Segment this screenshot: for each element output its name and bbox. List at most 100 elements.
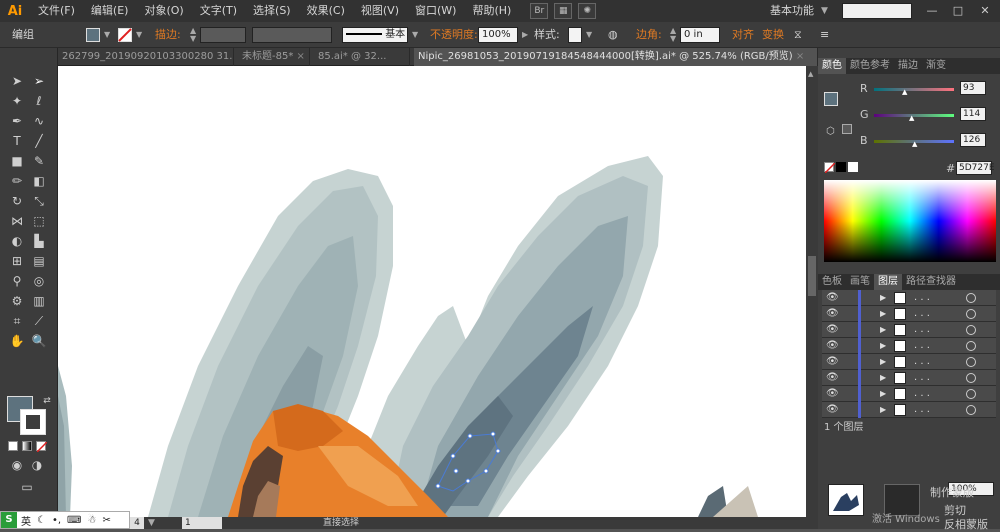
width-tool-icon[interactable]: ⋈ <box>8 212 26 230</box>
lasso-icon[interactable]: ℓ <box>30 92 48 110</box>
chevron-down-icon[interactable]: ▼ <box>136 27 142 43</box>
layer-row[interactable]: 👁 ▶. . . <box>822 290 996 306</box>
stepper-icon[interactable]: ▲ ▼ <box>190 27 196 43</box>
direct-selection-tool-icon[interactable]: ➢ <box>30 72 48 90</box>
layer-row[interactable]: 👁 ▶. . . <box>822 306 996 322</box>
close-button[interactable]: ✕ <box>972 0 998 22</box>
rotate-tool-icon[interactable]: ↻ <box>8 192 26 210</box>
stroke-style-field[interactable]: 基本 <box>342 27 408 43</box>
moon-icon[interactable]: ☾ <box>37 515 46 526</box>
magic-wand-icon[interactable]: ✦ <box>8 92 26 110</box>
eyedropper-icon[interactable]: ⚲ <box>8 272 26 290</box>
punctuation-icon[interactable]: •, <box>52 515 61 526</box>
workspace-switcher[interactable]: 基本功能 <box>770 0 818 22</box>
stroke-color-swatch[interactable] <box>118 28 132 42</box>
hex-value[interactable]: 5D727E <box>956 161 995 175</box>
chevron-down-icon[interactable]: ▼ <box>586 27 592 43</box>
keyboard-icon[interactable]: ⌨ <box>67 515 81 526</box>
opacity-label[interactable]: 不透明度: <box>430 22 478 48</box>
recolor-icon[interactable]: ◍ <box>608 22 618 48</box>
settings-icon[interactable]: ✂ <box>102 515 110 526</box>
fill-swatch[interactable] <box>824 92 838 106</box>
variable-width-field[interactable] <box>252 27 332 43</box>
tab-document-active[interactable]: Nipic_26981053_20190719184548444000[转换].… <box>414 48 818 66</box>
ime-mode[interactable]: 英 <box>21 513 31 528</box>
tab-pathfinder[interactable]: 路径查找器 <box>902 274 960 290</box>
pen-tool-icon[interactable]: ✒ <box>8 112 26 130</box>
invert-mask-checkbox[interactable]: 反相蒙版 <box>944 516 988 532</box>
draw-mode-icon[interactable]: ◉ <box>8 456 26 474</box>
bridge-icon[interactable]: Br <box>530 3 549 19</box>
layer-row[interactable]: 👁 ▶. . . <box>822 386 996 402</box>
layer-row[interactable]: 👁 ▶. . . <box>822 370 996 386</box>
mesh-tool-icon[interactable]: ⊞ <box>8 252 26 270</box>
tab-document-3[interactable]: 85.ai* @ 32... <box>314 48 410 66</box>
red-value[interactable]: 93 <box>960 81 986 95</box>
slider-handle-icon[interactable]: ▲ <box>902 88 907 96</box>
panel-menu-icon[interactable]: ≡ <box>820 22 829 48</box>
layer-row[interactable]: 👁 ▶. . . <box>822 354 996 370</box>
arrange-documents-icon[interactable]: ▦ <box>554 3 573 19</box>
pencil-icon[interactable]: ✏ <box>8 172 26 190</box>
zoom-tool-icon[interactable]: 🔍 <box>30 332 48 350</box>
slider-handle-icon[interactable]: ▲ <box>909 114 914 122</box>
menu-help[interactable]: 帮助(H) <box>464 0 519 22</box>
color-spectrum[interactable] <box>824 180 996 262</box>
menu-object[interactable]: 对象(O) <box>136 0 191 22</box>
ime-logo-icon[interactable]: S <box>1 512 17 528</box>
type-tool-icon[interactable]: T <box>8 132 26 150</box>
align-button[interactable]: 对齐 <box>732 22 754 48</box>
minimize-button[interactable]: — <box>920 0 944 22</box>
tab-stroke[interactable]: 描边 <box>894 58 922 74</box>
perspective-grid-icon[interactable]: ▙ <box>30 232 48 250</box>
symbol-sprayer-icon[interactable]: ⚙ <box>8 292 26 310</box>
fill-color-swatch[interactable] <box>86 28 100 42</box>
gpu-performance-icon[interactable]: ✺ <box>578 3 597 19</box>
scroll-up-icon[interactable]: ▲ <box>808 70 816 78</box>
blend-tool-icon[interactable]: ◎ <box>30 272 48 290</box>
swap-colors-icon[interactable]: ⇄ <box>38 392 56 410</box>
none-mode-icon[interactable] <box>36 441 47 452</box>
make-mask-button[interactable]: 制作蒙版 <box>930 484 974 500</box>
tab-swatches[interactable]: 色板 <box>818 274 846 290</box>
none-swatch[interactable] <box>824 162 835 173</box>
tab-layers[interactable]: 图层 <box>874 274 902 290</box>
selection-tool-icon[interactable]: ➤ <box>8 72 26 90</box>
line-tool-icon[interactable]: ╱ <box>30 132 48 150</box>
isolate-icon[interactable]: ⧖ <box>794 22 802 48</box>
scroll-thumb[interactable] <box>808 256 816 296</box>
tab-document-2[interactable]: 未标题-85* × <box>238 48 310 66</box>
red-slider[interactable] <box>874 88 954 91</box>
stroke-label[interactable]: 描边: <box>155 22 181 48</box>
chevron-down-icon[interactable]: ▼ <box>412 27 418 43</box>
tab-brushes[interactable]: 画笔 <box>846 274 874 290</box>
color-mode-icon[interactable] <box>8 441 18 451</box>
menu-file[interactable]: 文件(F) <box>30 0 83 22</box>
transform-button[interactable]: 变换 <box>762 22 784 48</box>
chevron-down-icon[interactable]: ▼ <box>104 27 110 43</box>
eraser-icon[interactable]: ◧ <box>30 172 48 190</box>
white-swatch[interactable] <box>848 162 858 172</box>
layer-row[interactable]: 👁 ▶. . . <box>822 322 996 338</box>
paintbrush-icon[interactable]: ✎ <box>30 152 48 170</box>
scale-tool-icon[interactable]: ⤡ <box>30 192 48 210</box>
menu-select[interactable]: 选择(S) <box>245 0 299 22</box>
page-field[interactable]: 1 <box>182 517 222 529</box>
web-safe-icon[interactable] <box>842 124 852 134</box>
black-swatch[interactable] <box>836 162 846 172</box>
transparency-thumbnail[interactable] <box>828 484 864 516</box>
chevron-right-icon[interactable]: ▶ <box>522 27 528 43</box>
menu-edit[interactable]: 编辑(E) <box>83 0 137 22</box>
canvas-scrollbar[interactable]: ▲ <box>806 66 818 517</box>
screen-mode-icon[interactable]: ▭ <box>18 478 36 496</box>
tab-document-1[interactable]: 262799_20190920103300280 31.ai* × <box>58 48 234 66</box>
rectangle-tool-icon[interactable]: ■ <box>8 152 26 170</box>
graph-tool-icon[interactable]: ▥ <box>30 292 48 310</box>
tab-color[interactable]: 颜色 <box>818 58 846 74</box>
opacity-field[interactable]: 100% <box>478 27 518 43</box>
menu-view[interactable]: 视图(V) <box>353 0 407 22</box>
shape-builder-icon[interactable]: ◐ <box>8 232 26 250</box>
slice-tool-icon[interactable]: ⟋ <box>30 312 48 330</box>
zoom-field[interactable]: 4 <box>130 517 144 529</box>
menu-window[interactable]: 窗口(W) <box>407 0 464 22</box>
